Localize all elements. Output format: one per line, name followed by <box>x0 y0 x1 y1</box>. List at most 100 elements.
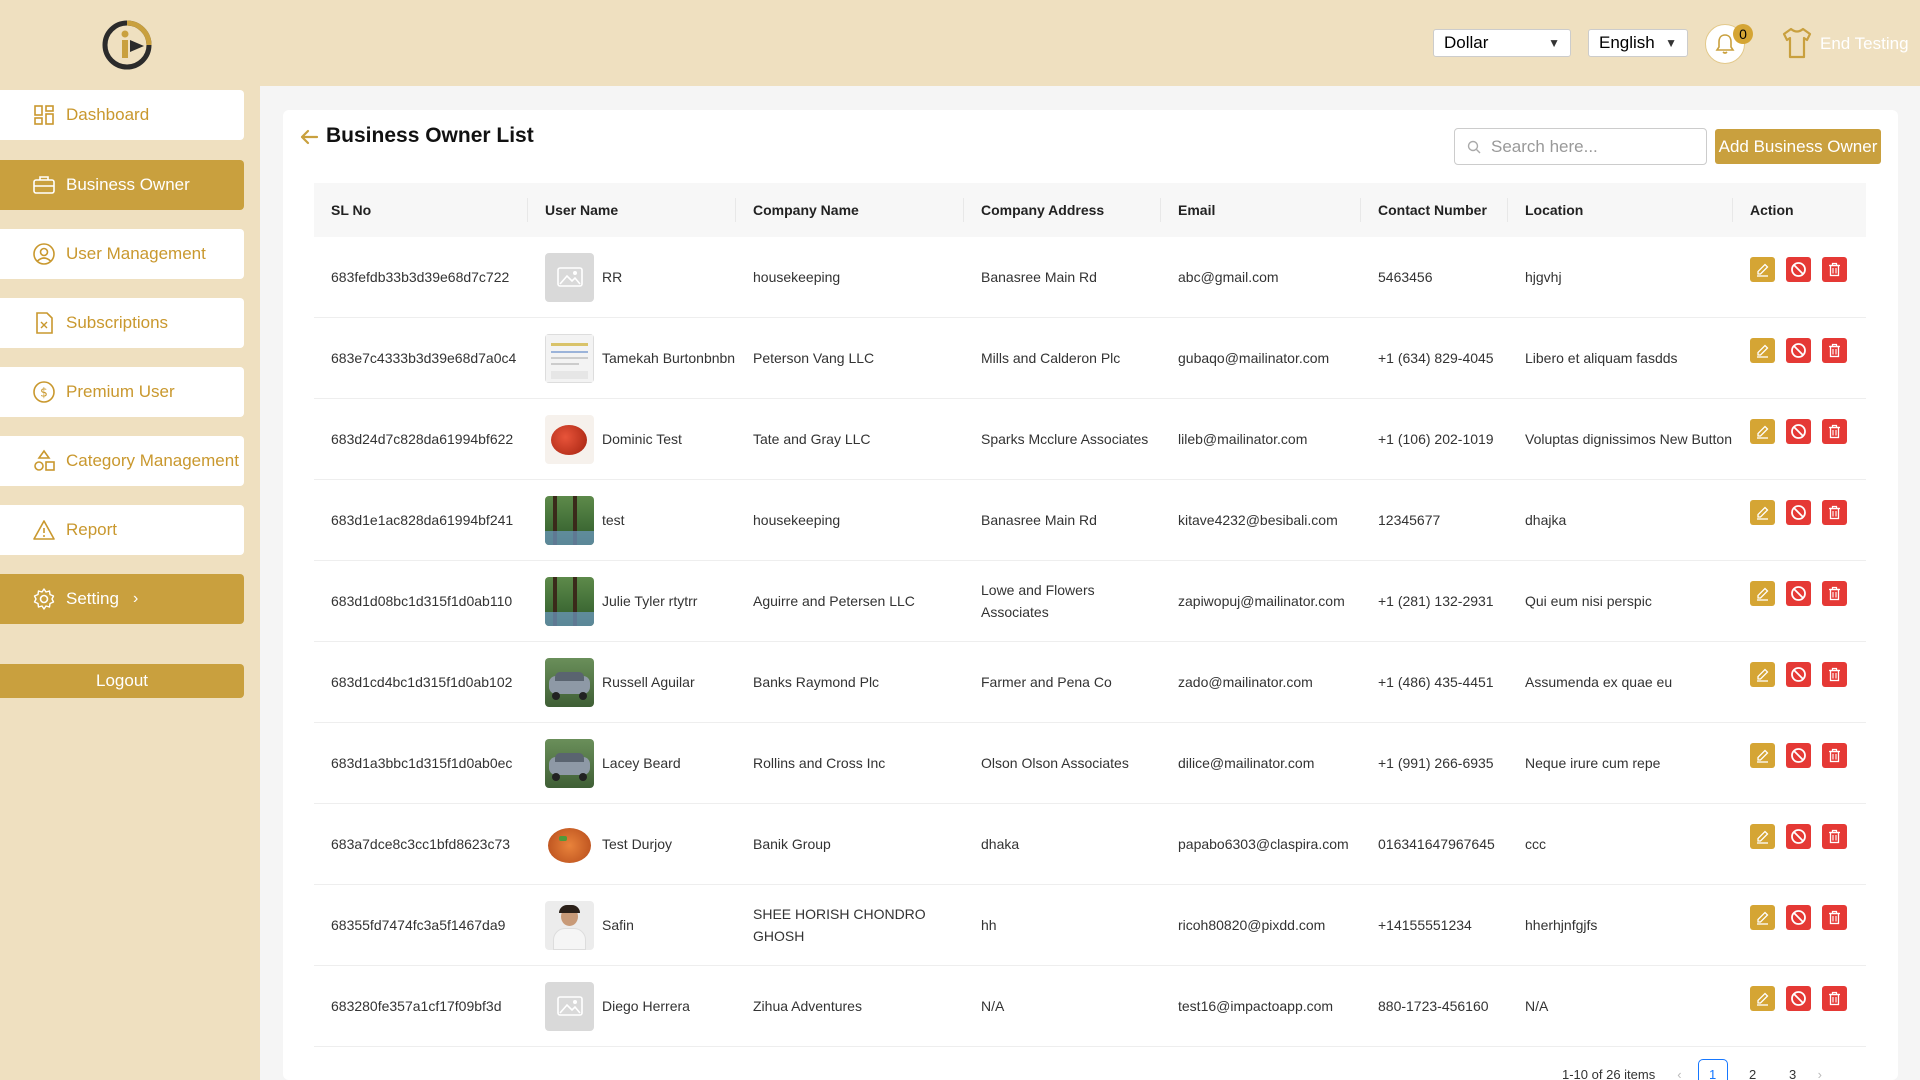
sidebar-item-dashboard[interactable]: Dashboard <box>0 90 244 140</box>
cell-sl-no: 683e7c4333b3d39e68d7a0c4 <box>331 350 517 366</box>
currency-select[interactable]: Dollar ▼ <box>1433 29 1571 57</box>
pencil-icon <box>1757 668 1769 682</box>
bell-icon <box>1715 34 1735 54</box>
pencil-icon <box>1757 587 1769 601</box>
cell-email: papabo6303@claspira.com <box>1178 836 1349 852</box>
sidebar-item-setting[interactable]: Setting › <box>0 574 244 624</box>
cell-company-name: Peterson Vang LLC <box>753 350 875 366</box>
edit-button[interactable] <box>1750 985 1775 1011</box>
cell-location: Neque irure cum repe <box>1525 755 1661 771</box>
delete-button[interactable] <box>1822 256 1847 282</box>
chevron-left-icon[interactable]: ‹ <box>1677 1067 1681 1080</box>
cell-location: Assumenda ex quae eu <box>1525 674 1673 690</box>
cell-company-name: Zihua Adventures <box>753 998 862 1014</box>
cell-actions <box>1733 337 1866 363</box>
business-owner-table: SL No User Name Company Name Company Add… <box>314 183 1866 1047</box>
edit-button[interactable] <box>1750 418 1775 444</box>
block-button[interactable] <box>1786 742 1811 768</box>
tshirt-icon[interactable] <box>1780 26 1814 60</box>
edit-button[interactable] <box>1750 904 1775 930</box>
search-input[interactable] <box>1491 136 1691 157</box>
user-name-text: Lacey Beard <box>602 755 681 771</box>
sidebar-item-user-management[interactable]: User Management <box>0 229 244 279</box>
block-button[interactable] <box>1786 661 1811 687</box>
block-button[interactable] <box>1786 823 1811 849</box>
edit-button[interactable] <box>1750 337 1775 363</box>
edit-button[interactable] <box>1750 742 1775 768</box>
column-header: User Name <box>528 198 736 222</box>
warning-icon <box>33 520 55 540</box>
block-button[interactable] <box>1786 337 1811 363</box>
page-button-2[interactable]: 2 <box>1738 1059 1768 1080</box>
cell-company-name: Aguirre and Petersen LLC <box>753 593 915 609</box>
block-button[interactable] <box>1786 418 1811 444</box>
sidebar-item-business-owner[interactable]: Business Owner <box>0 160 244 210</box>
language-select[interactable]: English ▼ <box>1588 29 1688 57</box>
sidebar-item-category-management[interactable]: Category Management <box>0 436 244 486</box>
chevron-right-icon[interactable]: › <box>1818 1067 1822 1080</box>
edit-button[interactable] <box>1750 256 1775 282</box>
block-button[interactable] <box>1786 904 1811 930</box>
cell-contact-number: 12345677 <box>1378 512 1441 528</box>
sidebar-item-report[interactable]: Report <box>0 505 244 555</box>
user-name-text: Russell Aguilar <box>602 674 695 690</box>
table-row: 68355fd7474fc3a5f1467da9 Safin SHEE HORISH… <box>314 885 1866 966</box>
search-box[interactable] <box>1454 128 1707 165</box>
edit-button[interactable] <box>1750 661 1775 687</box>
delete-button[interactable] <box>1822 985 1847 1011</box>
sidebar-item-premium-user[interactable]: $ Premium User <box>0 367 244 417</box>
edit-button[interactable] <box>1750 499 1775 525</box>
back-arrow-icon[interactable] <box>298 126 320 148</box>
page-button-3[interactable]: 3 <box>1778 1059 1808 1080</box>
trash-icon <box>1829 505 1840 519</box>
cell-sl-no: 683d1d08bc1d315f1d0ab110 <box>331 593 513 609</box>
cell-user-name: test <box>528 495 736 545</box>
logout-button[interactable]: Logout <box>0 664 244 698</box>
delete-button[interactable] <box>1822 337 1847 363</box>
delete-button[interactable] <box>1822 904 1847 930</box>
sidebar-item-label: Dashboard <box>66 105 150 124</box>
cell-location: Voluptas dignissimos New Button <box>1525 431 1732 447</box>
pencil-icon <box>1757 425 1769 439</box>
edit-button[interactable] <box>1750 823 1775 849</box>
edit-button[interactable] <box>1750 580 1775 606</box>
ban-icon <box>1791 666 1806 682</box>
cell-user-name: Diego Herrera <box>528 981 736 1031</box>
column-header: Email <box>1161 198 1361 222</box>
trash-icon <box>1829 667 1840 681</box>
page-button-1[interactable]: 1 <box>1697 1059 1728 1080</box>
delete-button[interactable] <box>1822 742 1847 768</box>
add-business-owner-button[interactable]: Add Business Owner <box>1715 129 1881 164</box>
cell-company-name: housekeeping <box>753 512 841 528</box>
sidebar-item-label: Subscriptions <box>66 313 169 332</box>
chevron-right-icon: › <box>132 590 139 607</box>
cell-sl-no: 683d24d7c828da61994bf622 <box>331 431 514 447</box>
briefcase-icon <box>33 176 55 194</box>
cell-actions <box>1733 661 1866 687</box>
delete-button[interactable] <box>1822 499 1847 525</box>
block-button[interactable] <box>1786 499 1811 525</box>
sidebar-item-label: Setting <box>66 589 119 608</box>
cell-location: dhajka <box>1525 512 1567 528</box>
delete-button[interactable] <box>1822 580 1847 606</box>
delete-button[interactable] <box>1822 418 1847 444</box>
table-row: 683d1d08bc1d315f1d0ab110 Julie Tyler rtyt… <box>314 561 1866 642</box>
top-header: Dollar ▼ English ▼ 0 End Testing <box>0 0 1920 86</box>
cell-email: dilice@mailinator.com <box>1178 755 1315 771</box>
cell-sl-no: 683a7dce8c3cc1bfd8623c73 <box>331 836 511 852</box>
table-row: 683fefdb33b3d39e68d7c722 RR housekeeping Ba… <box>314 237 1866 318</box>
cell-contact-number: +1 (634) 829-4045 <box>1378 350 1494 366</box>
ban-icon <box>1791 342 1806 358</box>
table-row: 683e7c4333b3d39e68d7a0c4 Tamekah Burtonbn… <box>314 318 1866 399</box>
block-button[interactable] <box>1786 580 1811 606</box>
column-header: SL No <box>314 198 528 222</box>
block-button[interactable] <box>1786 985 1811 1011</box>
end-testing-link[interactable]: End Testing <box>1820 34 1909 54</box>
table-header: SL No User Name Company Name Company Add… <box>314 183 1866 237</box>
delete-button[interactable] <box>1822 661 1847 687</box>
sidebar-item-subscriptions[interactable]: Subscriptions <box>0 298 244 348</box>
trash-icon <box>1829 262 1840 276</box>
delete-button[interactable] <box>1822 823 1847 849</box>
sidebar-item-label: User Management <box>66 244 206 263</box>
block-button[interactable] <box>1786 256 1811 282</box>
